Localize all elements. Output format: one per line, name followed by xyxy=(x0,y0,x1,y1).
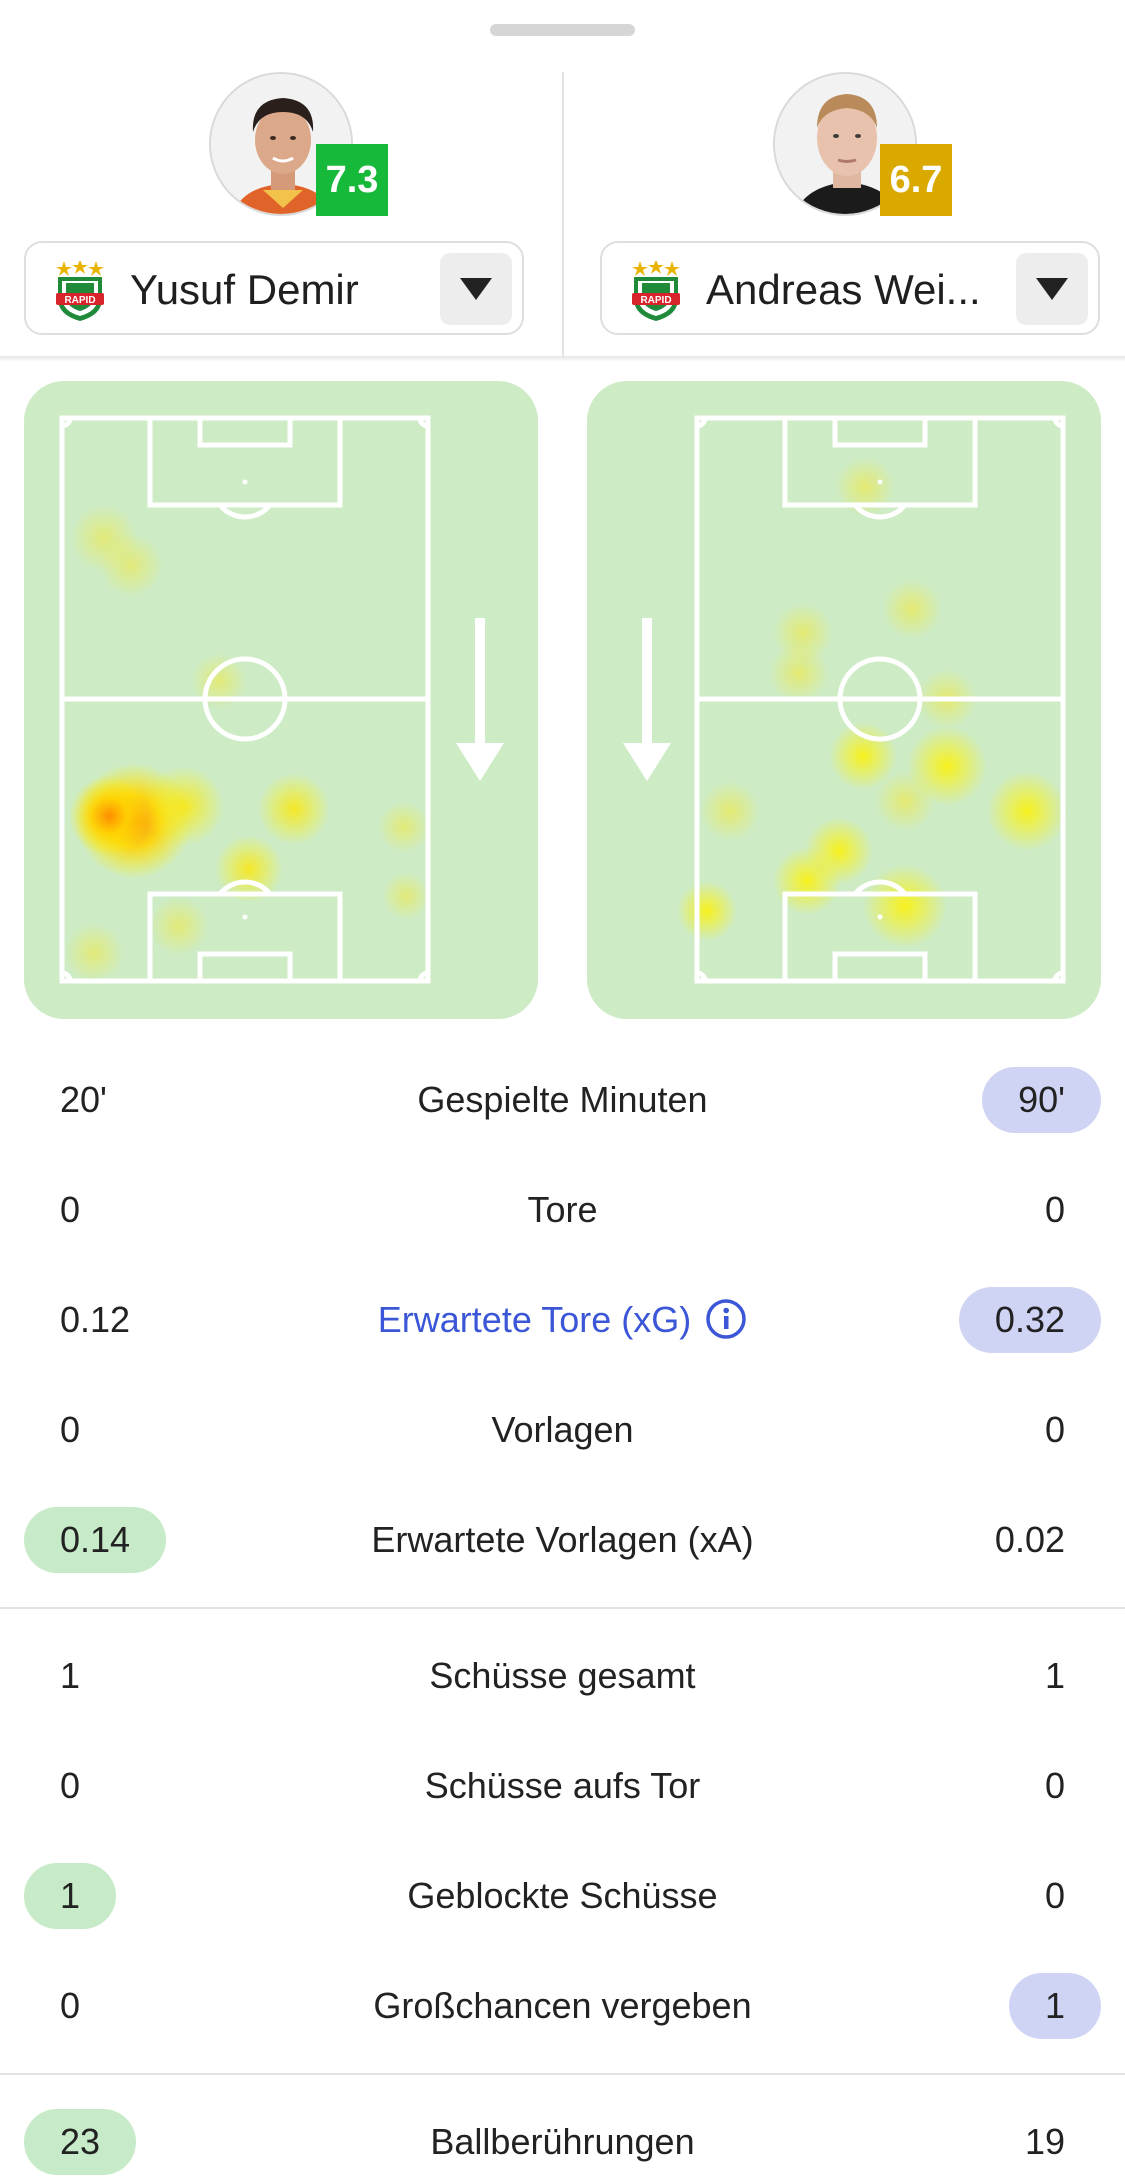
stat-label: Gespielte Minuten xyxy=(417,1079,708,1120)
stat-label: Schüsse gesamt xyxy=(429,1655,696,1696)
stat-row-xg: 0.12 Erwartete Tore (xG) 0.32 xyxy=(0,1265,1125,1375)
stat-label: Ballberührungen xyxy=(430,2121,695,2162)
stats-group-general: 20' Gespielte Minuten 90' 0 Tore 0 0.12 … xyxy=(0,1045,1125,1595)
stat-right-value: 19 xyxy=(1024,2121,1065,2162)
sheet-drag-handle[interactable] xyxy=(490,24,635,36)
stat-label: Tore xyxy=(527,1189,598,1230)
stat-right-value: 0 xyxy=(1044,1875,1065,1916)
stats-list: 20' Gespielte Minuten 90' 0 Tore 0 0.12 … xyxy=(0,1045,1125,2184)
stat-row-goals: 0 Tore 0 xyxy=(0,1155,1125,1265)
stat-row-big-chances-missed: 0 Großchancen vergeben 1 xyxy=(0,1951,1125,2061)
club-logo-text: RAPID xyxy=(64,295,95,306)
stats-group-shots: 1 Schüsse gesamt 1 0 Schüsse aufs Tor 0 … xyxy=(0,1621,1125,2061)
stat-row-minutes: 20' Gespielte Minuten 90' xyxy=(0,1045,1125,1155)
stat-label: Geblockte Schüsse xyxy=(407,1875,718,1916)
player-right-dropdown-button[interactable] xyxy=(1016,253,1088,325)
stat-row-touches: 23 Ballberührungen 19 xyxy=(0,2087,1125,2184)
heatmap-left xyxy=(24,381,538,1019)
stats-group-touches: 23 Ballberührungen 19 xyxy=(0,2087,1125,2184)
attack-direction-arrow-down-icon xyxy=(456,618,504,781)
stat-right-value: 90' xyxy=(982,1067,1101,1133)
player-right-rating: 6.7 xyxy=(880,144,952,216)
club-logo-icon: RAPID xyxy=(52,259,108,321)
caret-down-icon xyxy=(1036,278,1068,300)
section-divider xyxy=(0,1607,1125,1609)
player-right-selector[interactable]: RAPID Andreas Wei... xyxy=(600,241,1100,335)
stat-row-blocked-shots: 1 Geblockte Schüsse 0 xyxy=(0,1841,1125,1951)
stat-row-total-shots: 1 Schüsse gesamt 1 xyxy=(0,1621,1125,1731)
player-left-name: Yusuf Demir xyxy=(130,266,359,313)
info-icon[interactable] xyxy=(705,1298,747,1340)
player-left-dropdown-button[interactable] xyxy=(440,253,512,325)
stat-right-value: 0.02 xyxy=(994,1519,1065,1560)
caret-down-icon xyxy=(460,278,492,300)
player-left-selector[interactable]: RAPID Yusuf Demir xyxy=(24,241,524,335)
stat-row-xa: 0.14 Erwartete Vorlagen (xA) 0.02 xyxy=(0,1485,1125,1595)
header-shadow xyxy=(0,356,1125,362)
stat-label: Großchancen vergeben xyxy=(373,1985,752,2026)
stat-right-value: 0 xyxy=(1044,1765,1065,1806)
player-left-rating: 7.3 xyxy=(316,144,388,216)
club-logo-text: RAPID xyxy=(640,295,671,306)
attack-direction-arrow-down-icon xyxy=(623,618,671,781)
heat-spots xyxy=(677,457,1067,948)
stat-right-value: 0.32 xyxy=(958,1287,1101,1353)
stat-label-xg-link[interactable]: Erwartete Tore (xG) xyxy=(0,1287,1125,1353)
player-divider xyxy=(562,72,564,358)
player-left: 7.3 RAPID Yusuf Demir xyxy=(0,70,540,358)
player-right: 6.7 RAPID Andreas Wei... xyxy=(585,70,1125,358)
stat-right-value: 0 xyxy=(1044,1189,1065,1230)
stat-row-shots-on-target: 0 Schüsse aufs Tor 0 xyxy=(0,1731,1125,1841)
section-divider xyxy=(0,2073,1125,2075)
stat-label-text[interactable]: Erwartete Tore (xG) xyxy=(378,1299,691,1340)
stat-right-value: 0 xyxy=(1044,1409,1065,1450)
stat-row-assists: 0 Vorlagen 0 xyxy=(0,1375,1125,1485)
player-right-name: Andreas Wei... xyxy=(706,266,981,313)
heatmap-right xyxy=(587,381,1101,1019)
club-logo-icon: RAPID xyxy=(628,259,684,321)
stat-label: Erwartete Vorlagen (xA) xyxy=(371,1519,754,1560)
stat-label: Schüsse aufs Tor xyxy=(424,1765,701,1806)
stat-right-value: 1 xyxy=(1008,1973,1101,2039)
heat-spots xyxy=(64,504,430,983)
stat-right-value: 1 xyxy=(1044,1655,1065,1696)
player-comparison-header: 7.3 RAPID Yusuf Demir 6.7 RAPID Andreas … xyxy=(0,70,1125,358)
stat-label: Vorlagen xyxy=(491,1409,634,1450)
